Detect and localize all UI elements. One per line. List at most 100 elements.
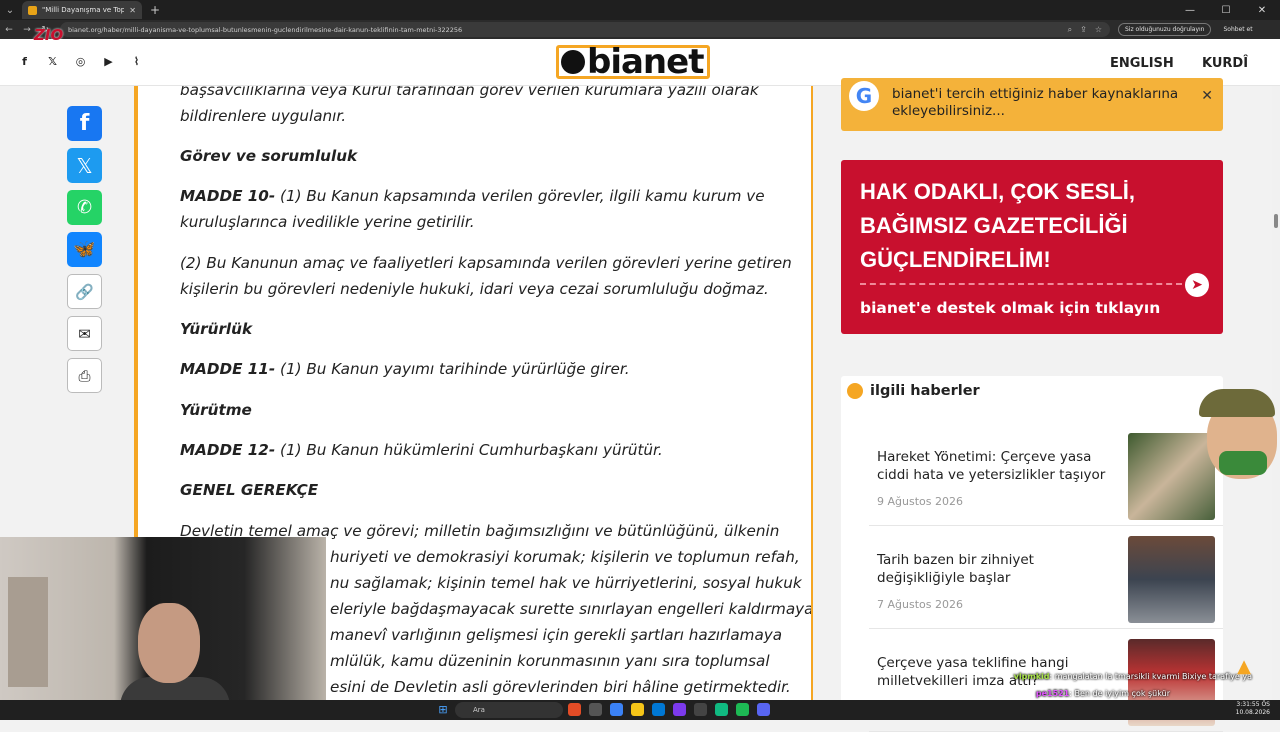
url-field[interactable]: bianet.org/haber/milli-dayanisma-ve-topl… xyxy=(60,22,1110,37)
article-line: kuruluşlarınca ivedilikle yerine getiril… xyxy=(180,213,475,231)
chat-message: pe1521: Ben de iyiyim çok şükür xyxy=(1036,689,1170,698)
article-line: kişilerin bu görevleri nedeniyle hukuki,… xyxy=(180,280,769,298)
tab-title: "Milli Dayanışma ve Toplumsal Bü... xyxy=(42,6,125,14)
print-button[interactable]: ⎙ xyxy=(67,358,102,393)
omnibox-actions: ⌕ ⇪ ☆ xyxy=(1068,25,1110,35)
file-explorer-icon[interactable] xyxy=(589,703,602,716)
social-links: f 𝕏 ◎ ▶ ⌇ xyxy=(18,55,143,68)
article-line: huriyeti ve demokrasiyi korumak; kişiler… xyxy=(330,548,800,566)
browser-tab[interactable]: "Milli Dayanışma ve Toplumsal Bü... ✕ xyxy=(22,1,142,19)
logo-text: bianet xyxy=(587,42,704,82)
close-tab-icon[interactable]: ✕ xyxy=(129,6,136,15)
google-banner-text: bianet'i tercih ettiğiniz haber kaynakla… xyxy=(892,86,1178,120)
copy-link-button[interactable]: 🔗 xyxy=(67,274,102,309)
scrollbar-thumb[interactable] xyxy=(1274,214,1278,228)
streamer-avatar xyxy=(1195,389,1280,499)
zoom-icon[interactable]: ⌕ xyxy=(1068,25,1072,35)
chat-username: pe1521 xyxy=(1035,689,1070,698)
dashed-divider xyxy=(860,283,1182,285)
chat-text: : mangalatan la tmarsikli kvarmi Bixiye … xyxy=(1049,672,1252,681)
app-icon[interactable] xyxy=(673,703,686,716)
related-item[interactable]: Hareket Yönetimi: Çerçeve yasa ciddi hat… xyxy=(869,426,1223,526)
share-facebook-button[interactable]: f xyxy=(67,106,102,141)
google-banner-line: ekleyebilirsiniz... xyxy=(892,103,1005,119)
avatar-hat xyxy=(1199,389,1275,417)
related-item-date: 7 Ağustos 2026 xyxy=(877,598,963,611)
window-controls: — ☐ ✕ xyxy=(1172,0,1280,20)
google-banner-line: bianet'i tercih ettiğiniz haber kaynakla… xyxy=(892,86,1179,102)
clock-date: 10.08.2026 xyxy=(1235,709,1270,716)
youtube-icon[interactable]: ▶ xyxy=(102,55,115,68)
chat-button[interactable]: Sohbet et xyxy=(1223,26,1252,33)
site-favicon-icon xyxy=(28,5,37,15)
related-news: ilgili haberler Hareket Yönetimi: Çerçev… xyxy=(841,376,1223,732)
webcam-person-head xyxy=(138,603,200,683)
maximize-icon[interactable]: ☐ xyxy=(1208,0,1244,20)
section-heading: GENEL GEREKÇE xyxy=(180,481,319,499)
tab-list-chevron-icon[interactable]: ⌄ xyxy=(0,0,20,20)
pointer-cursor-icon: ➤ xyxy=(1185,273,1209,297)
related-header: ilgili haberler xyxy=(847,383,980,399)
rss-icon[interactable]: ⌇ xyxy=(130,55,143,68)
related-item[interactable]: Tarih bazen bir zihniyet değişikliğiyle … xyxy=(869,529,1223,629)
discord-icon[interactable] xyxy=(757,703,770,716)
app-icon[interactable] xyxy=(610,703,623,716)
related-item-title[interactable]: Tarih bazen bir zihniyet değişikliğiyle … xyxy=(877,551,1122,587)
spotify-icon[interactable] xyxy=(736,703,749,716)
taskbar-clock[interactable]: 3:31:55 ÖS 10.08.2026 xyxy=(1236,701,1270,717)
windows-start-icon[interactable]: ⊞ xyxy=(436,703,450,717)
section-heading: Görev ve sorumluluk xyxy=(180,147,358,165)
article-line: (1) Bu Kanun hükümlerini Cumhurbaşkanı y… xyxy=(275,441,663,459)
address-bar: ← → ↻ bianet.org/haber/milli-dayanisma-v… xyxy=(0,20,1280,39)
bianet-logo[interactable]: bianet xyxy=(556,42,711,82)
article-line: nu sağlamak; kişinin temel hak ve hürriy… xyxy=(330,574,802,592)
close-banner-icon[interactable]: ✕ xyxy=(1201,88,1213,104)
donate-banner[interactable]: HAK ODAKLI, ÇOK SESLİ, BAĞIMSIZ GAZETECİ… xyxy=(841,160,1223,334)
orange-dot-icon xyxy=(847,383,863,399)
chat-text: : Ben de iyiyim çok şükür xyxy=(1069,689,1170,698)
lang-english-link[interactable]: ENGLISH xyxy=(1110,56,1174,71)
article-line: bildirenlere uygulanır. xyxy=(180,107,347,125)
taskbar-apps xyxy=(568,703,770,716)
app-icon[interactable] xyxy=(694,703,707,716)
x-twitter-icon[interactable]: 𝕏 xyxy=(46,55,59,68)
clock-time: 3:31:55 ÖS xyxy=(1236,701,1270,708)
new-tab-button[interactable]: + xyxy=(150,3,160,17)
related-item-image[interactable] xyxy=(1128,536,1215,623)
minimize-icon[interactable]: — xyxy=(1172,0,1208,20)
google-sources-banner[interactable]: G bianet'i tercih ettiğiniz haber kaynak… xyxy=(841,78,1223,131)
chrome-icon[interactable] xyxy=(568,703,581,716)
article-label: MADDE 10- xyxy=(180,187,276,205)
section-heading: Yürütme xyxy=(180,401,252,419)
donate-heading: HAK ODAKLI, ÇOK SESLİ, BAĞIMSIZ GAZETECİ… xyxy=(860,175,1135,277)
edge-icon[interactable] xyxy=(652,703,665,716)
lang-kurdi-link[interactable]: KURDÎ xyxy=(1202,56,1248,71)
donate-heading-line: BAĞIMSIZ GAZETECİLİĞİ xyxy=(860,213,1128,238)
share-x-button[interactable]: 𝕏 xyxy=(67,148,102,183)
bookmark-star-icon[interactable]: ☆ xyxy=(1095,25,1102,35)
article-line: eleriyle bağdaşmayacak surette sınırlaya… xyxy=(330,600,813,618)
related-item-title[interactable]: Hareket Yönetimi: Çerçeve yasa ciddi hat… xyxy=(877,448,1122,484)
verify-identity-button[interactable]: Siz olduğunuzu doğrulayın xyxy=(1118,23,1212,36)
article-label: MADDE 12- xyxy=(180,441,276,459)
close-window-icon[interactable]: ✕ xyxy=(1244,0,1280,20)
instagram-icon[interactable]: ◎ xyxy=(74,55,87,68)
stream-watermark: ZIO xyxy=(34,26,64,44)
back-icon[interactable]: ← xyxy=(0,25,18,35)
article-line: mlülük, kamu düzeninin korunmasının yanı… xyxy=(330,652,770,670)
share-bluesky-button[interactable]: 🦋 xyxy=(67,232,102,267)
folder-icon[interactable] xyxy=(631,703,644,716)
section-heading: Yürürlük xyxy=(180,320,253,338)
donate-cta-link[interactable]: bianet'e destek olmak için tıklayın xyxy=(860,299,1160,317)
article-line: (1) Bu Kanun yayımı tarihinde yürürlüğe … xyxy=(275,360,630,378)
logo-dot xyxy=(561,50,585,74)
facebook-icon[interactable]: f xyxy=(18,55,31,68)
share-whatsapp-button[interactable]: ✆ xyxy=(67,190,102,225)
share-email-button[interactable]: ✉ xyxy=(67,316,102,351)
app-icon[interactable] xyxy=(715,703,728,716)
share-page-icon[interactable]: ⇪ xyxy=(1080,25,1087,35)
taskbar-search[interactable]: Ara xyxy=(455,702,563,718)
article-line: başsavcılıklarına veya Kurul tarafından … xyxy=(180,86,759,99)
url-text: bianet.org/haber/milli-dayanisma-ve-topl… xyxy=(68,25,463,34)
scroll-to-top-icon[interactable]: ▲ xyxy=(1231,656,1257,677)
